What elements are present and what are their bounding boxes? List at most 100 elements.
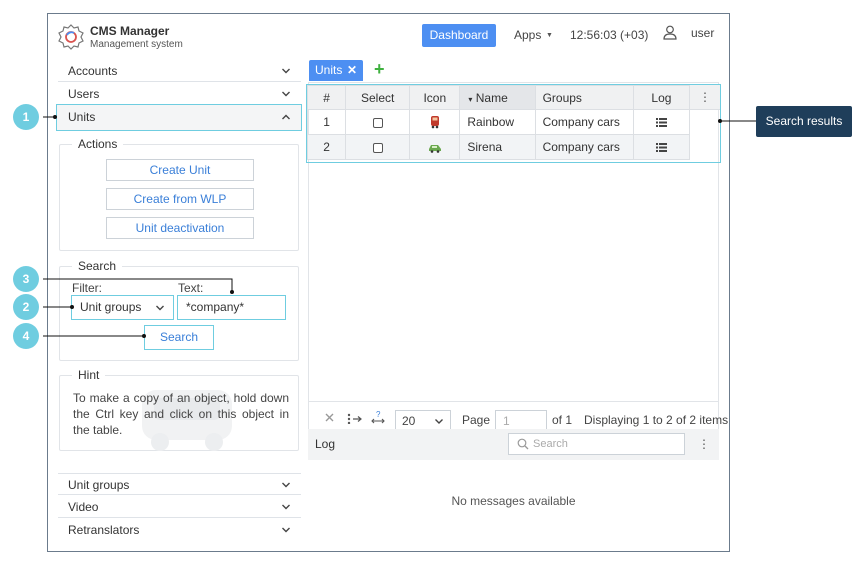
column-menu-cell: ⋮ bbox=[690, 85, 720, 110]
annotation-badge-3: 3 bbox=[13, 266, 39, 292]
accordion-label: Users bbox=[68, 87, 100, 101]
displaying-text: Displaying 1 to 2 of 2 items bbox=[584, 413, 729, 427]
page-of-label: of 1 bbox=[552, 413, 573, 427]
row-log-cell bbox=[632, 134, 691, 160]
more-vertical-icon[interactable]: ⋮ bbox=[699, 90, 711, 104]
search-text-input[interactable]: *company* bbox=[177, 295, 286, 320]
accordion-label: Video bbox=[68, 500, 99, 514]
header: CMS Manager Management system Dashboard … bbox=[48, 14, 729, 58]
col-number[interactable]: # bbox=[306, 85, 347, 110]
accordion-unit-groups[interactable]: Unit groups bbox=[58, 473, 301, 495]
accordion-label: Retranslators bbox=[68, 523, 140, 537]
more-vertical-icon[interactable]: ⋮ bbox=[698, 437, 710, 451]
filter-label: Filter: bbox=[72, 281, 102, 295]
log-search-placeholder: Search bbox=[533, 438, 568, 450]
tab-units-label: Units bbox=[315, 63, 343, 77]
actions-legend: Actions bbox=[72, 137, 124, 151]
chevron-down-icon bbox=[282, 482, 290, 488]
row-checkbox[interactable] bbox=[372, 142, 383, 153]
chevron-down-icon bbox=[282, 91, 290, 97]
chevron-up-icon bbox=[282, 114, 290, 120]
svg-text:?: ? bbox=[376, 410, 381, 419]
actions-group: Actions Create Unit Create from WLP Unit… bbox=[59, 137, 299, 251]
text-label: Text: bbox=[178, 281, 204, 295]
accordion-retranslators[interactable]: Retranslators bbox=[58, 519, 301, 541]
table-row[interactable]: 1 Rainbow Company cars bbox=[306, 109, 691, 135]
dashboard-button[interactable]: Dashboard bbox=[422, 24, 496, 47]
accordion-label: Units bbox=[68, 110, 96, 124]
cms-logo-icon bbox=[58, 24, 84, 50]
bus-icon bbox=[430, 116, 439, 129]
row-select-cell bbox=[345, 134, 411, 160]
accordion-video[interactable]: Video bbox=[58, 496, 301, 518]
log-bar: Log Search ⋮ bbox=[308, 429, 719, 460]
row-icon-cell bbox=[409, 134, 461, 160]
close-icon[interactable]: ✕ bbox=[347, 60, 357, 81]
annotation-badge-2: 2 bbox=[13, 294, 39, 320]
page-label: Page bbox=[462, 413, 491, 427]
accordion-units[interactable]: Units bbox=[56, 104, 302, 131]
filter-select[interactable]: Unit groups bbox=[71, 295, 174, 320]
user-icon[interactable] bbox=[663, 25, 677, 40]
annotation-badge-1: 1 bbox=[13, 104, 39, 130]
row-groups: Company cars bbox=[534, 134, 634, 160]
search-results-table: # Select Icon ▾ Name Groups Log 1 Rainbo… bbox=[306, 84, 721, 163]
row-checkbox[interactable] bbox=[372, 117, 383, 128]
apps-caret-icon[interactable]: ▼ bbox=[546, 32, 553, 39]
tab-units[interactable]: Units ✕ bbox=[309, 60, 363, 81]
app-subtitle: Management system bbox=[90, 39, 183, 50]
row-name[interactable]: Rainbow bbox=[459, 109, 536, 135]
col-select[interactable]: Select bbox=[345, 85, 411, 110]
accordion-accounts[interactable]: Accounts bbox=[58, 60, 301, 82]
cms-window: CMS Manager Management system Dashboard … bbox=[47, 13, 730, 552]
log-list-icon[interactable] bbox=[655, 143, 667, 153]
col-name-label: Name bbox=[475, 90, 508, 105]
accordion-label: Accounts bbox=[68, 64, 118, 78]
row-number: 1 bbox=[306, 109, 347, 135]
row-select-cell bbox=[345, 109, 411, 135]
log-empty-text: No messages available bbox=[451, 494, 576, 508]
annotation-badge-4: 4 bbox=[13, 323, 39, 349]
apps-menu[interactable]: Apps bbox=[514, 28, 541, 42]
accordion-label: Unit groups bbox=[68, 478, 130, 492]
create-from-wlp-button[interactable]: Create from WLP bbox=[106, 188, 254, 210]
table-row[interactable]: 2 Sirena Company cars bbox=[306, 134, 691, 160]
chevron-down-icon bbox=[282, 527, 290, 533]
row-icon-cell bbox=[409, 109, 461, 135]
unit-deactivation-button[interactable]: Unit deactivation bbox=[106, 217, 254, 239]
col-groups[interactable]: Groups bbox=[534, 85, 634, 110]
table-header-row: # Select Icon ▾ Name Groups Log bbox=[306, 85, 691, 110]
hint-group: Hint To make a copy of an object, hold d… bbox=[59, 368, 299, 451]
log-search-input[interactable]: Search bbox=[508, 433, 685, 455]
hint-text: To make a copy of an object, hold down t… bbox=[73, 391, 289, 437]
expand-columns-icon[interactable] bbox=[347, 413, 363, 424]
page-size-value: 20 bbox=[402, 414, 416, 428]
app-title: CMS Manager bbox=[90, 24, 170, 38]
clock: 12:56:03 (+03) bbox=[570, 28, 649, 42]
search-results-callout: Search results bbox=[756, 106, 852, 137]
row-groups: Company cars bbox=[534, 109, 634, 135]
col-log[interactable]: Log bbox=[632, 85, 691, 110]
sort-desc-icon: ▾ bbox=[468, 94, 473, 104]
accordion-users[interactable]: Users bbox=[58, 83, 301, 105]
user-name[interactable]: user bbox=[691, 26, 714, 40]
row-number: 2 bbox=[306, 134, 347, 160]
chevron-down-icon bbox=[282, 504, 290, 510]
log-list-icon[interactable] bbox=[655, 118, 667, 128]
units-table: # Select Icon ▾ Name Groups Log 1 Rainbo… bbox=[306, 85, 691, 160]
clear-icon[interactable] bbox=[325, 413, 334, 422]
search-legend: Search bbox=[72, 259, 123, 273]
create-unit-button[interactable]: Create Unit bbox=[106, 159, 254, 181]
col-name[interactable]: ▾ Name bbox=[459, 85, 536, 110]
autosize-columns-icon[interactable]: ? bbox=[371, 410, 385, 424]
row-name[interactable]: Sirena bbox=[459, 134, 536, 160]
chevron-down-icon bbox=[435, 419, 443, 424]
chevron-down-icon bbox=[156, 305, 164, 311]
search-button[interactable]: Search bbox=[144, 325, 214, 350]
row-log-cell bbox=[632, 109, 691, 135]
hint-legend: Hint bbox=[72, 368, 106, 382]
chevron-down-icon bbox=[282, 68, 290, 74]
col-icon[interactable]: Icon bbox=[409, 85, 461, 110]
units-panel: # Select Icon ▾ Name Groups Log 1 Rainbo… bbox=[306, 82, 728, 460]
add-tab-icon[interactable]: + bbox=[374, 59, 385, 79]
